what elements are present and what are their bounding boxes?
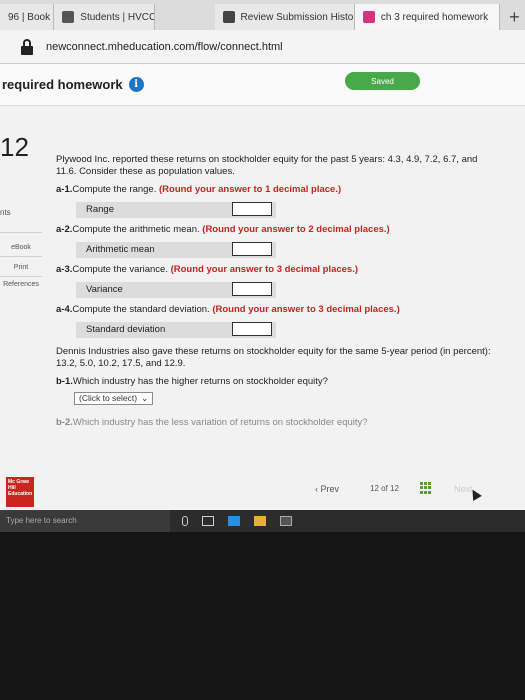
student-icon — [62, 11, 75, 23]
tab-review-submission[interactable]: Review Submission History — [214, 4, 355, 30]
question-b2: b-2.Which industry has the less variatio… — [56, 417, 496, 429]
ebook-link[interactable]: eBook — [0, 244, 42, 251]
a3-text: Compute the variance. — [72, 264, 168, 275]
tab-book-label: 96 | Book — [8, 11, 51, 23]
tab-review-label: Review Submission History — [240, 11, 355, 23]
info-icon[interactable]: i — [128, 77, 144, 92]
page-title: required homework — [2, 77, 123, 92]
question-a1: a-1.Compute the range. (Round your answe… — [56, 184, 496, 196]
a4-number: a-4. — [56, 304, 73, 315]
tab-students-hvcc[interactable]: Students | HVCC — [54, 4, 155, 30]
tab-book[interactable]: 96 | Book — [0, 4, 55, 30]
mean-input[interactable] — [232, 242, 272, 256]
grid-icon[interactable] — [420, 482, 432, 494]
blackboard-icon — [222, 11, 235, 23]
lock-icon — [20, 38, 34, 55]
connect-icon — [362, 11, 375, 23]
a1-hint: (Round your answer to 1 decimal place.) — [159, 184, 342, 195]
tab-ch3-homework[interactable]: ch 3 required homework × — [354, 4, 500, 30]
a2-text: Compute the arithmetic mean. — [72, 224, 200, 235]
mcgraw-hill-logo: Mc Graw Hill Education — [6, 477, 34, 507]
select-placeholder: (Click to select) — [79, 393, 138, 403]
address-bar[interactable]: newconnect.mheducation.com/flow/connect.… — [0, 30, 525, 64]
microphone-icon[interactable] — [182, 516, 188, 526]
variance-answer-row: Variance — [76, 282, 276, 298]
a4-hint: (Round your answer to 3 decimal places.) — [212, 304, 400, 315]
a1-text: Compute the range. — [72, 184, 157, 195]
range-answer-row: Range — [76, 202, 276, 218]
side-divider — [0, 256, 42, 257]
question-intro: Plywood Inc. reported these returns on s… — [56, 154, 478, 177]
tab-ch3-label: ch 3 required homework — [380, 11, 489, 23]
b2-number: b-2. — [56, 417, 73, 428]
question-a2: a-2.Compute the arithmetic mean. (Round … — [56, 224, 496, 236]
desk-background — [0, 532, 525, 700]
page-of: of — [381, 484, 388, 493]
dennis-paragraph: Dennis Industries also gave these return… — [56, 346, 491, 369]
total-pages: 12 — [390, 484, 399, 493]
question-a4: a-4.Compute the standard deviation. (Rou… — [56, 304, 496, 316]
saved-badge: Saved — [345, 72, 420, 90]
question-b1: b-1.Which industry has the higher return… — [56, 376, 496, 388]
page-counter: 12 of 12 — [370, 484, 399, 493]
page-header: required homework i Saved — [0, 64, 525, 106]
file-explorer-icon[interactable] — [254, 516, 266, 526]
references-link[interactable]: References — [0, 281, 42, 288]
side-divider — [0, 276, 42, 277]
a3-number: a-3. — [56, 264, 73, 275]
a3-hint: (Round your answer to 3 decimal places.) — [170, 264, 359, 275]
prev-label: Prev — [320, 484, 340, 494]
variance-input[interactable] — [232, 282, 272, 296]
a1-number: a-1. — [56, 184, 73, 195]
url-text[interactable]: newconnect.mheducation.com/flow/connect.… — [46, 41, 283, 53]
a2-hint: (Round your answer to 2 decimal places.) — [202, 224, 390, 235]
windows-taskbar: Type here to search — [0, 510, 525, 532]
std-dev-answer-row: Standard deviation — [76, 322, 276, 338]
a2-number: a-2. — [56, 224, 73, 235]
print-link[interactable]: Print — [0, 264, 42, 271]
std-dev-input[interactable] — [232, 322, 272, 336]
question-a3: a-3.Compute the variance. (Round your an… — [56, 264, 496, 276]
points-label: nts — [0, 208, 11, 217]
question-content: Plywood Inc. reported these returns on s… — [56, 154, 496, 429]
taskbar-search-input[interactable]: Type here to search — [0, 510, 170, 532]
range-input[interactable] — [232, 202, 272, 216]
question-number: 12 — [0, 132, 29, 162]
chevron-down-icon: ⌄ — [141, 393, 149, 403]
connect-page: required homework i Saved 12 nts eBook P… — [0, 64, 525, 510]
side-divider — [0, 232, 42, 233]
prev-button[interactable]: ‹ Prev — [315, 484, 339, 494]
a4-text: Compute the standard deviation. — [72, 304, 210, 315]
b1-text: Which industry has the higher returns on… — [72, 376, 328, 387]
browser-tab-bar: 96 | Book Students | HVCC Review Submiss… — [0, 0, 525, 30]
higher-returns-select[interactable]: (Click to select) ⌄ — [74, 392, 154, 405]
tab-students-label: Students | HVCC — [80, 11, 155, 23]
edge-icon[interactable] — [228, 516, 240, 526]
store-icon[interactable] — [280, 516, 292, 526]
current-page: 12 — [370, 484, 379, 493]
b1-number: b-1. — [56, 376, 73, 387]
task-view-icon[interactable] — [202, 516, 214, 526]
new-tab-button[interactable]: + — [504, 4, 525, 30]
b2-text: Which industry has the less variation of… — [72, 417, 368, 428]
mean-answer-row: Arithmetic mean — [76, 242, 276, 258]
